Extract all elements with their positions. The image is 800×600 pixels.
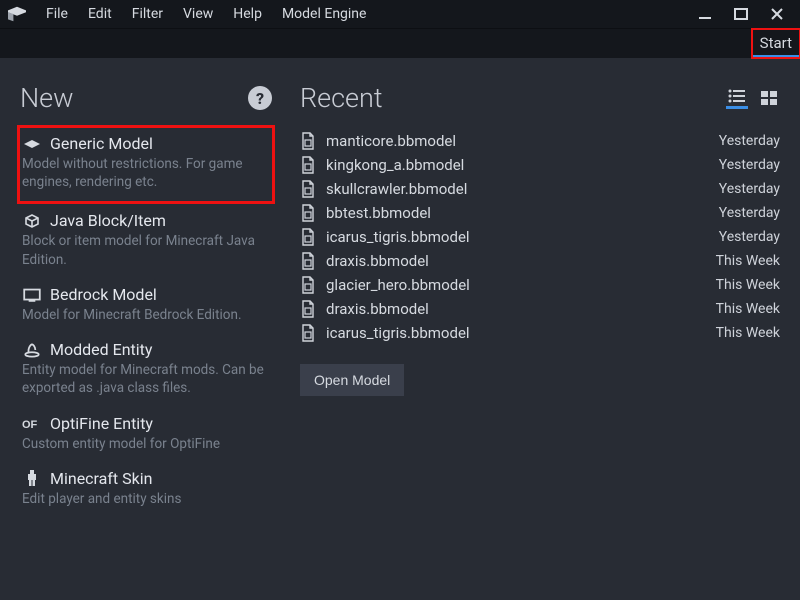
- recent-file[interactable]: icarus_tigris.bbmodel This Week: [300, 324, 780, 342]
- file-icon: [300, 324, 318, 342]
- new-item-title: Bedrock Model: [50, 285, 157, 304]
- new-column: New ? Generic Model Model without restri…: [20, 82, 272, 580]
- grid-view-icon[interactable]: [758, 87, 780, 109]
- app-logo-icon: [4, 3, 30, 25]
- recent-file-name: manticore.bbmodel: [326, 132, 456, 150]
- maximize-icon[interactable]: [732, 5, 750, 23]
- recent-file[interactable]: skullcrawler.bbmodel Yesterday: [300, 180, 780, 198]
- new-item-optifine-entity[interactable]: OF OptiFine Entity Custom entity model f…: [20, 408, 272, 463]
- new-item-bedrock-model[interactable]: Bedrock Model Model for Minecraft Bedroc…: [20, 279, 272, 334]
- recent-file-time: Yesterday: [719, 133, 780, 149]
- new-item-title: Java Block/Item: [50, 211, 166, 230]
- recent-file-time: This Week: [716, 253, 780, 269]
- content-area: New ? Generic Model Model without restri…: [0, 58, 800, 600]
- file-icon: [300, 276, 318, 294]
- titlebar: File Edit Filter View Help Model Engine: [0, 0, 800, 28]
- new-item-java-block[interactable]: Java Block/Item Block or item model for …: [20, 205, 272, 278]
- new-item-desc: Edit player and entity skins: [22, 490, 266, 508]
- recent-file-time: This Week: [716, 277, 780, 293]
- file-icon: [300, 228, 318, 246]
- recent-file[interactable]: draxis.bbmodel This Week: [300, 252, 780, 270]
- optifine-entity-icon: OF: [22, 414, 42, 432]
- new-list: Generic Model Model without restrictions…: [20, 128, 272, 518]
- recent-file-name: draxis.bbmodel: [326, 252, 429, 270]
- main-menu: File Edit Filter View Help Model Engine: [36, 2, 376, 26]
- recent-file[interactable]: kingkong_a.bbmodel Yesterday: [300, 156, 780, 174]
- recent-file-time: Yesterday: [719, 181, 780, 197]
- recent-file-time: Yesterday: [719, 205, 780, 221]
- minecraft-skin-icon: [22, 469, 42, 487]
- recent-file-name: bbtest.bbmodel: [326, 204, 431, 222]
- list-view-icon[interactable]: [726, 87, 748, 109]
- recent-file[interactable]: glacier_hero.bbmodel This Week: [300, 276, 780, 294]
- recent-file-time: This Week: [716, 301, 780, 317]
- new-item-desc: Model without restrictions. For game eng…: [22, 155, 266, 191]
- svg-text:OF: OF: [22, 419, 38, 431]
- minimize-icon[interactable]: [696, 5, 714, 23]
- file-icon: [300, 132, 318, 150]
- file-icon: [300, 204, 318, 222]
- menu-model-engine[interactable]: Model Engine: [272, 2, 377, 26]
- open-model-button[interactable]: Open Model: [300, 364, 404, 396]
- recent-file-name: icarus_tigris.bbmodel: [326, 228, 470, 246]
- recent-file-time: Yesterday: [719, 229, 780, 245]
- new-header: New ?: [20, 82, 272, 114]
- file-icon: [300, 252, 318, 270]
- menu-filter[interactable]: Filter: [122, 2, 173, 26]
- file-icon: [300, 180, 318, 198]
- file-icon: [300, 156, 318, 174]
- menu-file[interactable]: File: [36, 2, 78, 26]
- recent-file-time: This Week: [716, 325, 780, 341]
- bedrock-model-icon: [22, 285, 42, 303]
- new-item-desc: Custom entity model for OptiFine: [22, 435, 266, 453]
- recent-file[interactable]: draxis.bbmodel This Week: [300, 300, 780, 318]
- generic-model-icon: [22, 135, 42, 153]
- recent-file[interactable]: manticore.bbmodel Yesterday: [300, 132, 780, 150]
- new-item-title: Minecraft Skin: [50, 469, 152, 488]
- recent-file-name: icarus_tigris.bbmodel: [326, 324, 470, 342]
- java-block-icon: [22, 212, 42, 230]
- modded-entity-icon: [22, 341, 42, 359]
- new-item-modded-entity[interactable]: Modded Entity Entity model for Minecraft…: [20, 334, 272, 407]
- recent-file-name: kingkong_a.bbmodel: [326, 156, 464, 174]
- close-icon[interactable]: [768, 5, 786, 23]
- view-toggle: [726, 87, 780, 109]
- new-item-title: OptiFine Entity: [50, 414, 153, 433]
- new-item-desc: Entity model for Minecraft mods. Can be …: [22, 361, 266, 397]
- recent-file[interactable]: icarus_tigris.bbmodel Yesterday: [300, 228, 780, 246]
- recent-file-name: glacier_hero.bbmodel: [326, 276, 470, 294]
- recent-title: Recent: [300, 82, 383, 114]
- help-icon[interactable]: ?: [248, 86, 272, 110]
- window-controls: [696, 5, 796, 23]
- recent-list: manticore.bbmodel Yesterday kingkong_a.b…: [300, 132, 780, 342]
- tab-bar: Start: [0, 28, 800, 58]
- recent-file[interactable]: bbtest.bbmodel Yesterday: [300, 204, 780, 222]
- new-item-minecraft-skin[interactable]: Minecraft Skin Edit player and entity sk…: [20, 463, 272, 518]
- new-title: New: [20, 82, 74, 114]
- recent-file-name: skullcrawler.bbmodel: [326, 180, 467, 198]
- menu-edit[interactable]: Edit: [78, 2, 122, 26]
- recent-file-name: draxis.bbmodel: [326, 300, 429, 318]
- recent-column: Recent manticore.bbmodel Yesterday kingk…: [300, 82, 780, 580]
- recent-file-time: Yesterday: [719, 157, 780, 173]
- tab-start[interactable]: Start: [752, 29, 800, 58]
- new-item-desc: Block or item model for Minecraft Java E…: [22, 232, 266, 268]
- new-item-title: Generic Model: [50, 134, 153, 153]
- file-icon: [300, 300, 318, 318]
- menu-help[interactable]: Help: [223, 2, 272, 26]
- new-item-desc: Model for Minecraft Bedrock Edition.: [22, 306, 266, 324]
- new-item-generic-model[interactable]: Generic Model Model without restrictions…: [20, 128, 272, 201]
- new-item-title: Modded Entity: [50, 340, 152, 359]
- menu-view[interactable]: View: [173, 2, 223, 26]
- recent-header: Recent: [300, 82, 780, 114]
